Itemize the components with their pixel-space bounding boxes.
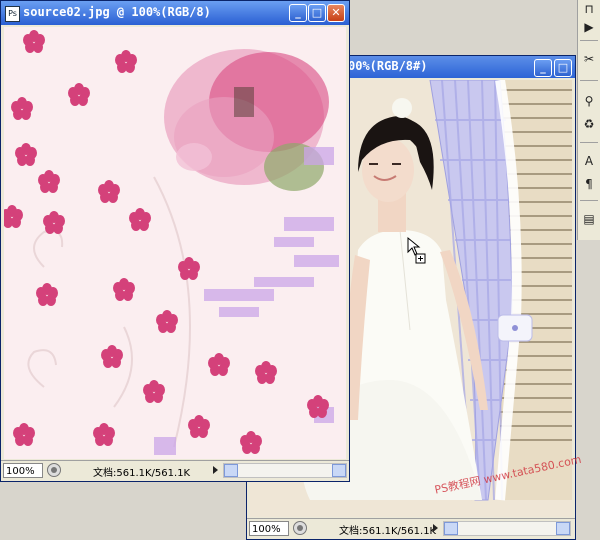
scroll-right-button-back[interactable] <box>556 522 570 535</box>
notes-icon[interactable]: ▤ <box>580 210 598 228</box>
floral-pattern <box>4 27 346 459</box>
horizontal-scrollbar-front[interactable] <box>223 463 347 478</box>
flower-cluster <box>164 49 329 191</box>
status-menu-arrow-icon-front[interactable] <box>213 466 218 474</box>
photoshop-workspace: 00%(RGB/8#) _ □ 100% 文档:561.1K/561.1K PS… <box>0 0 600 540</box>
maximize-button-front[interactable]: □ <box>308 4 326 22</box>
doc-size-front: 文档:561.1K/561.1K <box>93 468 191 479</box>
window-title-front: source02.jpg @ 100%(RGB/8) <box>23 5 211 19</box>
history-brush-icon[interactable]: ♻ <box>580 115 598 133</box>
scroll-left-button-back[interactable] <box>444 522 458 535</box>
navigator-icon-back[interactable] <box>293 521 307 535</box>
toolbox-divider <box>580 200 598 201</box>
status-bar-back: 100% 文档:561.1K/561.1K <box>247 518 575 539</box>
window-title-back: 00%(RGB/8#) <box>348 59 428 73</box>
navigator-icon-front[interactable] <box>47 463 61 477</box>
maximize-button-back[interactable]: □ <box>554 59 572 77</box>
status-menu-arrow-icon-back[interactable] <box>433 524 438 532</box>
toolbox-panel: ⊓ ▶ ✂ ⚲ ♻ A ¶ ▤ <box>577 0 600 240</box>
play-icon[interactable]: ▶ <box>580 18 598 36</box>
paragraph-icon[interactable]: ¶ <box>580 175 598 193</box>
scroll-left-button-front[interactable] <box>224 464 238 477</box>
toolbox-divider <box>580 142 598 143</box>
document-window-front[interactable]: Ps source02.jpg @ 100%(RGB/8) _ □ ✕ 100%… <box>0 0 350 482</box>
toolbox-divider <box>580 80 598 81</box>
status-bar-front: 100% 文档:561.1K/561.1K <box>1 460 349 481</box>
scissors-icon[interactable]: ✂ <box>580 50 598 68</box>
zoom-field-back[interactable]: 100% <box>249 521 289 536</box>
photoshop-doc-icon: Ps <box>5 6 20 22</box>
scroll-right-button-front[interactable] <box>332 464 346 477</box>
stamp-icon[interactable]: ⚲ <box>580 92 598 110</box>
doc-size-back: 文档:561.1K/561.1K <box>339 526 437 537</box>
minimize-button-back[interactable]: _ <box>534 59 552 77</box>
image-canvas-flowers[interactable] <box>4 27 346 459</box>
horizontal-scrollbar-back[interactable] <box>443 521 571 536</box>
titlebar-front[interactable]: Ps source02.jpg @ 100%(RGB/8) _ □ ✕ <box>1 1 349 25</box>
text-tool-icon[interactable]: A <box>580 152 598 170</box>
close-button-front[interactable]: ✕ <box>327 4 345 22</box>
zoom-field-front[interactable]: 100% <box>3 463 43 478</box>
paint-bucket-icon[interactable]: ⊓ <box>580 0 598 18</box>
toolbox-divider <box>580 40 598 41</box>
minimize-button-front[interactable]: _ <box>289 4 307 22</box>
